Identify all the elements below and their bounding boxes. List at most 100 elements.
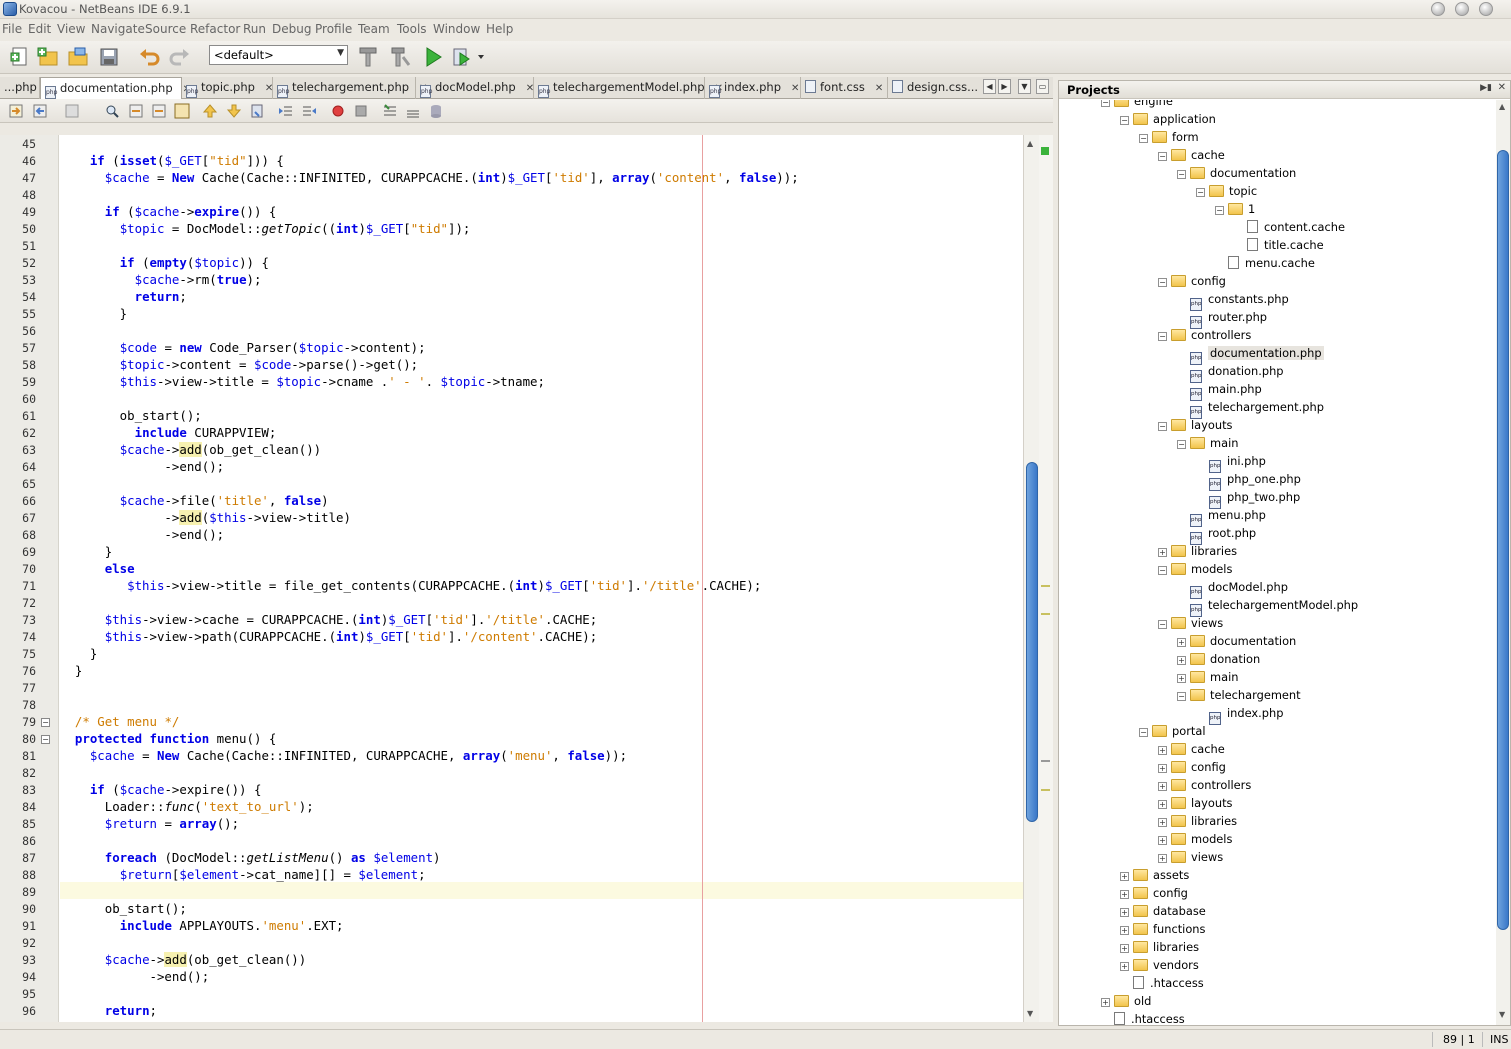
editor-vertical-scrollbar[interactable]: ▲ ▼	[1023, 135, 1039, 1022]
tab-list-dropdown-icon[interactable]: ▼	[1018, 79, 1031, 94]
menu-debug[interactable]: Debug	[272, 22, 311, 36]
tree-folder[interactable]: + views	[1158, 848, 1223, 866]
occurrence-mark[interactable]	[1041, 613, 1050, 615]
caret-mark[interactable]	[1041, 760, 1050, 762]
code-line[interactable]: /* Get menu */	[60, 713, 179, 730]
expand-icon[interactable]: +	[1158, 836, 1167, 845]
expand-icon[interactable]: +	[1177, 656, 1186, 665]
tree-file[interactable]: php index.php	[1196, 704, 1283, 725]
expand-icon[interactable]: +	[1120, 962, 1129, 971]
expand-icon[interactable]: +	[1177, 638, 1186, 647]
tree-folder[interactable]: + libraries	[1158, 542, 1237, 560]
collapse-icon[interactable]: −	[1158, 332, 1167, 341]
expand-icon[interactable]: +	[1101, 998, 1110, 1007]
expand-icon[interactable]: +	[1158, 764, 1167, 773]
tab-design-css[interactable]: design.css...	[888, 77, 983, 99]
tree-folder[interactable]: + donation	[1177, 650, 1260, 668]
tab-font-css[interactable]: font.css ✕	[801, 77, 888, 99]
tree-folder[interactable]: − views	[1158, 614, 1223, 632]
projects-scroll-thumb[interactable]	[1497, 150, 1509, 930]
code-line[interactable]: ->end();	[60, 526, 224, 543]
code-line[interactable]: $cache->add(ob_get_clean())	[60, 951, 306, 968]
code-line[interactable]: $code = new Code_Parser($topic->content)…	[60, 339, 426, 356]
menu-edit[interactable]: Edit	[28, 22, 51, 36]
collapse-icon[interactable]: −	[1120, 116, 1129, 125]
tree-file[interactable]: php docModel.php	[1177, 578, 1288, 599]
code-line[interactable]: if ($cache->expire()) {	[60, 781, 262, 798]
code-area[interactable]: if (isset($_GET["tid"])) { $cache = New …	[60, 135, 1023, 1022]
close-tab-icon[interactable]: ✕	[526, 83, 534, 94]
collapse-icon[interactable]: −	[1139, 134, 1148, 143]
back-icon[interactable]	[32, 103, 48, 119]
minimize-button[interactable]	[1431, 2, 1445, 16]
last-edit-icon[interactable]	[8, 103, 24, 119]
code-line[interactable]: $cache->add(ob_get_clean())	[60, 441, 321, 458]
tab-topic[interactable]: php topic.php ✕	[182, 77, 273, 99]
code-line[interactable]: ->add($this->view->title)	[60, 509, 351, 526]
scroll-down-icon[interactable]: ▼	[1499, 1010, 1505, 1019]
fold-toggle-icon[interactable]: −	[41, 735, 50, 744]
tree-file[interactable]: php menu.php	[1177, 506, 1266, 527]
code-line[interactable]: if (empty($topic)) {	[60, 254, 269, 271]
collapse-icon[interactable]: −	[1158, 278, 1167, 287]
expand-icon[interactable]: +	[1158, 746, 1167, 755]
previous-bookmark-icon[interactable]	[202, 103, 218, 119]
find-next-icon[interactable]	[151, 103, 167, 119]
tree-folder[interactable]: + functions	[1120, 920, 1205, 938]
close-window-button[interactable]	[1479, 2, 1493, 16]
collapse-icon[interactable]: −	[1158, 422, 1167, 431]
tree-file[interactable]: php donation.php	[1177, 362, 1284, 383]
clean-build-icon[interactable]	[388, 45, 412, 69]
menu-tools[interactable]: Tools	[397, 22, 427, 36]
menu-view[interactable]: View	[57, 22, 85, 36]
tree-folder[interactable]: + models	[1158, 830, 1232, 848]
collapse-icon[interactable]: −	[1215, 206, 1224, 215]
new-project-icon[interactable]	[36, 45, 60, 69]
scroll-tabs-right-icon[interactable]: ▶	[998, 79, 1011, 94]
code-line[interactable]: }	[60, 543, 112, 560]
collapse-icon[interactable]: −	[1101, 100, 1110, 107]
menu-file[interactable]: File	[2, 22, 22, 36]
code-line[interactable]: $this->view->title = $topic->cname .' - …	[60, 373, 545, 390]
code-line[interactable]: $this->view->cache = CURAPPCACHE.(int)$_…	[60, 611, 597, 628]
collapse-icon[interactable]: −	[1177, 170, 1186, 179]
code-line[interactable]: $topic = DocModel::getTopic((int)$_GET["…	[60, 220, 471, 237]
menu-run[interactable]: Run	[243, 22, 266, 36]
collapse-icon[interactable]: −	[1177, 440, 1186, 449]
maximize-button[interactable]	[1455, 2, 1469, 16]
minimize-panel-icon[interactable]: ▶▮	[1480, 83, 1492, 93]
tree-file[interactable]: .htaccess	[1101, 1010, 1185, 1025]
build-hammer-icon[interactable]	[356, 45, 380, 69]
tree-folder[interactable]: − documentation	[1177, 164, 1296, 182]
tree-folder[interactable]: − main	[1177, 434, 1238, 452]
tree-file[interactable]: php php_one.php	[1196, 470, 1301, 491]
code-line[interactable]: $topic->content = $code->parse()->get();	[60, 356, 418, 373]
expand-icon[interactable]: +	[1158, 818, 1167, 827]
expand-icon[interactable]: +	[1177, 674, 1186, 683]
menu-profile[interactable]: Profile	[315, 22, 352, 36]
menu-navigate[interactable]: Navigate	[91, 22, 145, 36]
fold-toggle-icon[interactable]: −	[41, 718, 50, 727]
tree-file[interactable]: php router.php	[1177, 308, 1267, 329]
tree-folder[interactable]: + documentation	[1177, 632, 1296, 650]
code-line[interactable]: $cache->file('title', false)	[60, 492, 329, 509]
code-line[interactable]: else	[60, 560, 135, 577]
run-project-icon[interactable]	[421, 45, 445, 69]
tree-folder[interactable]: − form	[1139, 128, 1199, 146]
find-previous-icon[interactable]	[128, 103, 144, 119]
collapse-icon[interactable]: −	[1139, 728, 1148, 737]
next-bookmark-icon[interactable]	[226, 103, 242, 119]
code-line[interactable]: if ($cache->expire()) {	[60, 203, 277, 220]
projects-vertical-scrollbar[interactable]: ▲ ▼	[1496, 100, 1510, 1025]
tab-php-overflow[interactable]: ...php	[0, 77, 40, 99]
menu-refactor[interactable]: Refactor	[190, 22, 240, 36]
tree-folder[interactable]: + vendors	[1120, 956, 1199, 974]
tree-folder[interactable]: + controllers	[1158, 776, 1251, 794]
toggle-highlight-icon[interactable]	[174, 103, 190, 119]
scroll-down-icon[interactable]: ▼	[1027, 1009, 1033, 1018]
expand-icon[interactable]: +	[1120, 890, 1129, 899]
code-line[interactable]: ->end();	[60, 458, 224, 475]
save-all-icon[interactable]	[98, 45, 122, 69]
menu-help[interactable]: Help	[486, 22, 513, 36]
code-line[interactable]: $cache = New Cache(Cache::INFINITED, CUR…	[60, 747, 627, 764]
